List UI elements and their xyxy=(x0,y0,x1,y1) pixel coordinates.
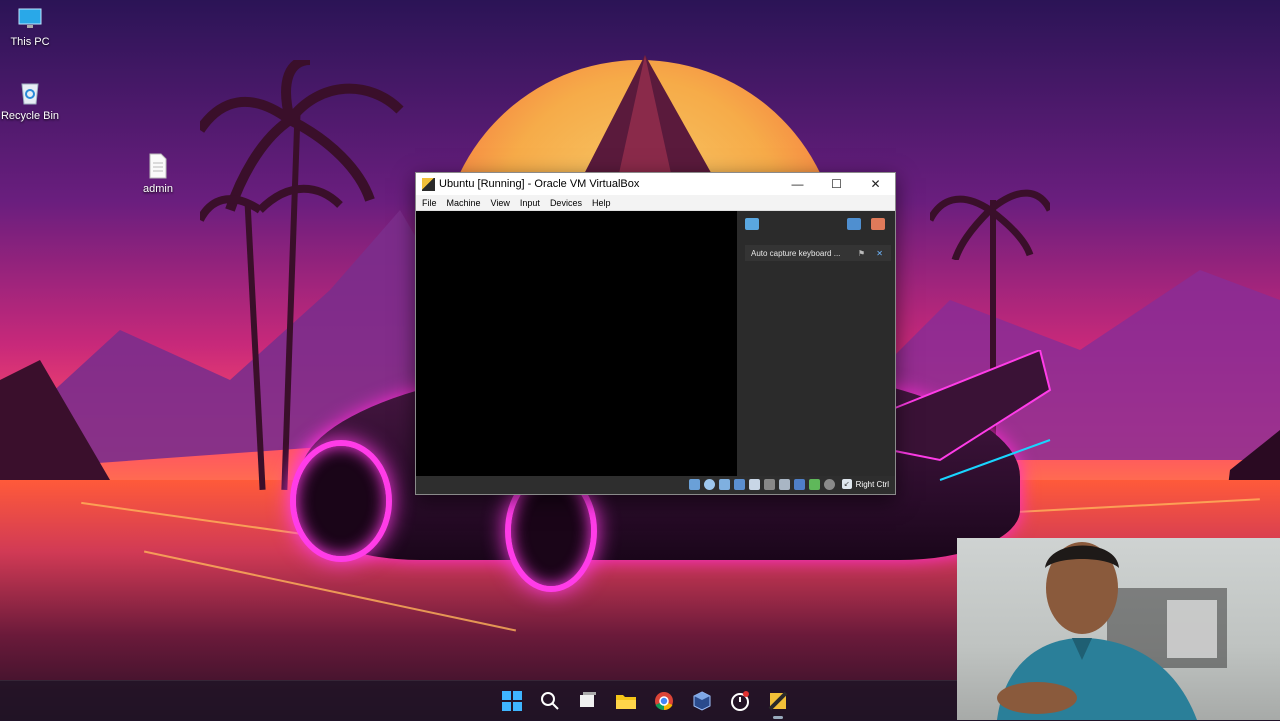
virtualbox-icon[interactable] xyxy=(690,689,714,713)
desktop-icon-label: admin xyxy=(143,183,173,195)
cpu-icon[interactable] xyxy=(809,479,820,490)
taskbar-icons xyxy=(500,689,804,719)
desktop-icon-admin[interactable]: admin xyxy=(126,153,190,195)
menu-machine[interactable]: Machine xyxy=(447,198,481,208)
sort-icon[interactable] xyxy=(847,218,861,230)
minimize-button[interactable]: — xyxy=(778,173,817,195)
windows-start-icon[interactable] xyxy=(500,689,524,713)
message-icon[interactable] xyxy=(745,218,759,230)
monitor-icon xyxy=(16,6,44,32)
document-icon xyxy=(144,153,172,179)
mouse-cursor xyxy=(731,177,743,188)
hard-disk-icon[interactable] xyxy=(689,479,700,490)
palm-leaves xyxy=(930,189,1050,260)
menu-input[interactable]: Input xyxy=(520,198,540,208)
host-key-label: Right Ctrl xyxy=(855,479,889,489)
close-icon[interactable]: ✕ xyxy=(876,249,883,258)
search-icon[interactable] xyxy=(538,689,562,713)
palm-leaves xyxy=(200,60,404,222)
shared-folder-icon[interactable] xyxy=(764,479,775,490)
menu-view[interactable]: View xyxy=(491,198,510,208)
recycle-bin-icon xyxy=(16,80,44,106)
usb-icon[interactable] xyxy=(749,479,760,490)
display-icon[interactable] xyxy=(779,479,790,490)
status-icons xyxy=(685,479,835,490)
clock-app-icon[interactable] xyxy=(728,689,752,713)
menu-file[interactable]: File xyxy=(422,198,437,208)
notification-center: Auto capture keyboard ... ⚑ ✕ xyxy=(737,211,895,476)
menu-bar: File Machine View Input Devices Help xyxy=(416,195,895,211)
file-explorer-icon[interactable] xyxy=(614,689,638,713)
webcam-overlay xyxy=(957,538,1280,720)
pin-icon[interactable]: ⚑ xyxy=(858,249,865,258)
network-icon[interactable] xyxy=(734,479,745,490)
recording-icon[interactable] xyxy=(794,479,805,490)
window-controls: — ☐ ✕ xyxy=(778,173,895,195)
desktop-icon-label: This PC xyxy=(10,36,50,48)
optical-drive-icon[interactable] xyxy=(704,479,715,490)
window-title: Ubuntu [Running] - Oracle VM VirtualBox xyxy=(439,178,640,190)
vm-instance-icon[interactable] xyxy=(766,689,790,719)
keyboard-arrow-icon: ↙ xyxy=(841,479,852,489)
chrome-icon[interactable] xyxy=(652,689,676,713)
desktop-icon-recycle-bin[interactable]: Recycle Bin xyxy=(0,80,62,122)
host-key-indicator: ↙ Right Ctrl xyxy=(841,479,889,489)
status-bar: ↙ Right Ctrl xyxy=(416,476,895,494)
virtualbox-window[interactable]: Ubuntu [Running] - Oracle VM VirtualBox … xyxy=(415,172,896,495)
notification-toolbar xyxy=(737,211,895,237)
webcam-person xyxy=(997,542,1227,720)
maximize-button[interactable]: ☐ xyxy=(817,173,856,195)
virtualbox-app-icon xyxy=(422,177,435,191)
car-wheel xyxy=(290,440,392,562)
window-titlebar[interactable]: Ubuntu [Running] - Oracle VM VirtualBox … xyxy=(416,173,895,195)
car-spoiler xyxy=(889,350,1052,481)
mouse-integration-icon[interactable] xyxy=(824,479,835,490)
close-button[interactable]: ✕ xyxy=(856,173,895,195)
vm-display[interactable] xyxy=(416,211,737,476)
audio-icon[interactable] xyxy=(719,479,730,490)
clear-all-icon[interactable] xyxy=(871,218,885,230)
notification-text: Auto capture keyboard ... xyxy=(751,248,841,258)
task-view-icon[interactable] xyxy=(576,689,600,713)
menu-help[interactable]: Help xyxy=(592,198,611,208)
notification-item[interactable]: Auto capture keyboard ... ⚑ ✕ xyxy=(745,245,891,261)
desktop-icon-label: Recycle Bin xyxy=(0,110,60,122)
desktop-icon-this-pc[interactable]: This PC xyxy=(0,6,62,48)
menu-devices[interactable]: Devices xyxy=(550,198,582,208)
